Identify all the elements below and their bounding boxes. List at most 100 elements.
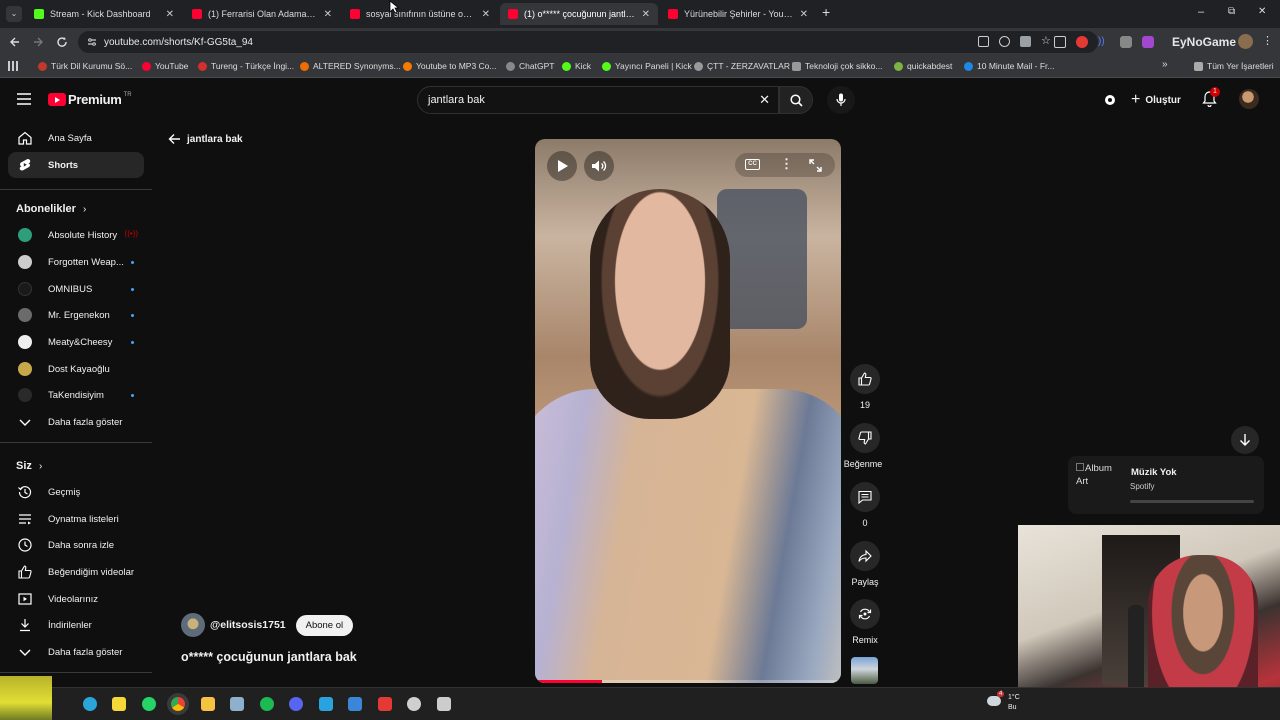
browser-tab[interactable]: (1) Ferrarisi Olan Adama "Vay C ✕ — [184, 3, 340, 25]
browser-menu-icon[interactable]: ⋮ — [1262, 34, 1273, 47]
bookmark-star-icon[interactable]: ☆ — [1041, 36, 1051, 47]
fullscreen-icon[interactable] — [809, 159, 822, 172]
store-icon[interactable] — [318, 697, 333, 711]
extension-grid-icon[interactable] — [1054, 36, 1066, 48]
channel-handle[interactable]: @elitsosis1751 — [210, 619, 286, 631]
remix-action[interactable]: Remix — [847, 599, 883, 645]
close-tab-icon[interactable]: ✕ — [482, 9, 490, 20]
tab-search-button[interactable]: ⌄ — [6, 6, 22, 22]
close-tab-icon[interactable]: ✕ — [642, 9, 650, 20]
bookmark-item[interactable]: Kick — [562, 61, 591, 71]
notifications-button[interactable]: 1 — [1202, 87, 1220, 109]
close-tab-icon[interactable]: ✕ — [324, 9, 332, 20]
close-tab-icon[interactable]: ✕ — [166, 9, 174, 20]
more-bookmarks-button[interactable]: » — [1162, 59, 1168, 70]
launcher-icon[interactable] — [348, 697, 362, 711]
voice-search-button[interactable] — [827, 86, 855, 114]
mute-button[interactable] — [584, 151, 614, 181]
bookmark-item[interactable]: Teknoloji çok sikko... — [792, 61, 882, 71]
acrobat-icon[interactable] — [377, 697, 392, 711]
discord-icon[interactable] — [289, 697, 303, 711]
address-bar[interactable]: youtube.com/shorts/Kf-GG5ta_94 ☆ — [78, 31, 1098, 53]
site-info-icon[interactable] — [87, 37, 97, 47]
close-window-button[interactable]: ✕ — [1258, 6, 1266, 17]
back-icon[interactable] — [9, 36, 21, 48]
bookmark-item[interactable]: YouTube — [142, 61, 188, 71]
bookmark-item[interactable]: Türk Dil Kurumu Sö... — [38, 61, 132, 71]
bookmark-item[interactable]: ALTERED Synonyms... — [300, 61, 401, 71]
dislike-action[interactable]: Beğenme — [844, 423, 883, 469]
weather-widget[interactable]: 4 1°C Bu — [987, 691, 1021, 716]
bookmark-item[interactable]: Youtube to MP3 Co... — [403, 61, 497, 71]
sidebar-item-liked[interactable]: Beğendiğim videolar — [8, 559, 144, 585]
forward-icon[interactable] — [32, 36, 44, 48]
apps-grid-icon[interactable] — [8, 61, 18, 71]
youtube-logo[interactable]: Premium TR — [48, 92, 132, 107]
browser-tab[interactable]: Stream - Kick Dashboard ✕ — [26, 3, 182, 25]
extension-purple-icon[interactable] — [1142, 36, 1154, 48]
account-avatar[interactable] — [1239, 89, 1259, 109]
comments-action[interactable]: 0 — [847, 482, 883, 528]
sound-thumbnail[interactable] — [851, 657, 878, 684]
subscription-item[interactable]: Absolute History ((•)) — [8, 222, 144, 248]
restore-button[interactable]: ⧉ — [1228, 6, 1235, 17]
install-app-icon[interactable] — [978, 36, 989, 47]
extension-blue-icon[interactable]: )) — [1098, 36, 1110, 48]
new-tab-button[interactable]: + — [822, 4, 830, 20]
subscriptions-heading[interactable]: Abonelikler › — [16, 203, 86, 215]
terminal-icon[interactable] — [436, 697, 451, 711]
play-button[interactable] — [547, 151, 577, 181]
subscription-item[interactable]: OMNIBUS — [8, 276, 144, 302]
studio-icon[interactable] — [1103, 93, 1117, 107]
steam-icon[interactable] — [230, 697, 244, 711]
search-button[interactable] — [779, 86, 813, 114]
menu-icon[interactable] — [17, 93, 31, 105]
like-button[interactable] — [850, 364, 880, 394]
bookmark-item[interactable]: Tureng - Türkçe İngi... — [198, 61, 294, 71]
whatsapp-icon[interactable] — [141, 697, 156, 711]
bookmark-item[interactable]: Yayıncı Paneli | Kick — [602, 61, 692, 71]
subscription-item[interactable]: Meaty&Cheesy — [8, 329, 144, 355]
next-video-button[interactable] — [1231, 426, 1259, 454]
browser-tab[interactable]: sosyal sınıfının üstüne oynamak ✕ — [342, 3, 498, 25]
close-tab-icon[interactable]: ✕ — [800, 9, 808, 20]
more-options-icon[interactable]: ⋮ — [780, 156, 793, 172]
bookmark-item[interactable]: ChatGPT — [506, 61, 554, 71]
translate-icon[interactable] — [1020, 36, 1031, 47]
bookmark-item[interactable]: quickabdest — [894, 61, 952, 71]
show-more-subscriptions-button[interactable]: Daha fazla göster — [8, 409, 144, 435]
reload-icon[interactable] — [56, 36, 68, 48]
back-to-search-button[interactable]: jantlara bak — [168, 133, 243, 145]
spotify-icon[interactable] — [259, 697, 274, 711]
extension-red-icon[interactable] — [1076, 36, 1088, 48]
share-action[interactable]: Paylaş — [847, 541, 883, 587]
chrome-icon[interactable] — [171, 697, 185, 711]
sidebar-item-playlists[interactable]: Oynatma listeleri — [8, 506, 144, 532]
captions-icon[interactable]: CC — [745, 159, 760, 170]
show-more-you-button[interactable]: Daha fazla göster — [8, 639, 144, 665]
subscription-item[interactable]: Mr. Ergenekon — [8, 302, 144, 328]
browser-tab-active[interactable]: (1) o***** çocuğunun jantlara b ✕ — [500, 3, 658, 25]
profile-avatar[interactable] — [1238, 34, 1253, 49]
channel-avatar[interactable] — [181, 613, 205, 637]
sidebar-item-downloads[interactable]: İndirilenler — [8, 612, 144, 638]
sidebar-item-watch-later[interactable]: Daha sonra izle — [8, 532, 144, 558]
sidebar-item-home[interactable]: Ana Sayfa — [8, 125, 144, 151]
create-button[interactable]: + Oluştur — [1125, 88, 1187, 112]
video-progress-track[interactable] — [535, 680, 841, 683]
eye-off-icon[interactable] — [999, 36, 1010, 47]
shorts-video-player[interactable]: CC ⋮ — [535, 139, 841, 683]
sidebar-item-shorts[interactable]: Shorts — [8, 152, 144, 178]
clear-search-icon[interactable]: ✕ — [759, 92, 770, 108]
edge-icon[interactable] — [82, 697, 97, 711]
search-input[interactable]: jantlara bak ✕ — [417, 86, 779, 114]
browser-tab[interactable]: Yürünebilir Şehirler - YouTube ✕ — [660, 3, 816, 25]
taskbar-widget-thumbnail[interactable] — [0, 676, 52, 720]
sidebar-item-history[interactable]: Geçmiş — [8, 479, 144, 505]
extension-game-icon[interactable] — [1120, 36, 1132, 48]
you-heading[interactable]: Siz › — [16, 460, 42, 472]
obs-icon[interactable] — [407, 697, 421, 711]
subscription-item[interactable]: Dost Kayaoğlu — [8, 356, 144, 382]
remix-button[interactable] — [850, 599, 880, 629]
like-action[interactable]: 19 — [847, 364, 883, 410]
